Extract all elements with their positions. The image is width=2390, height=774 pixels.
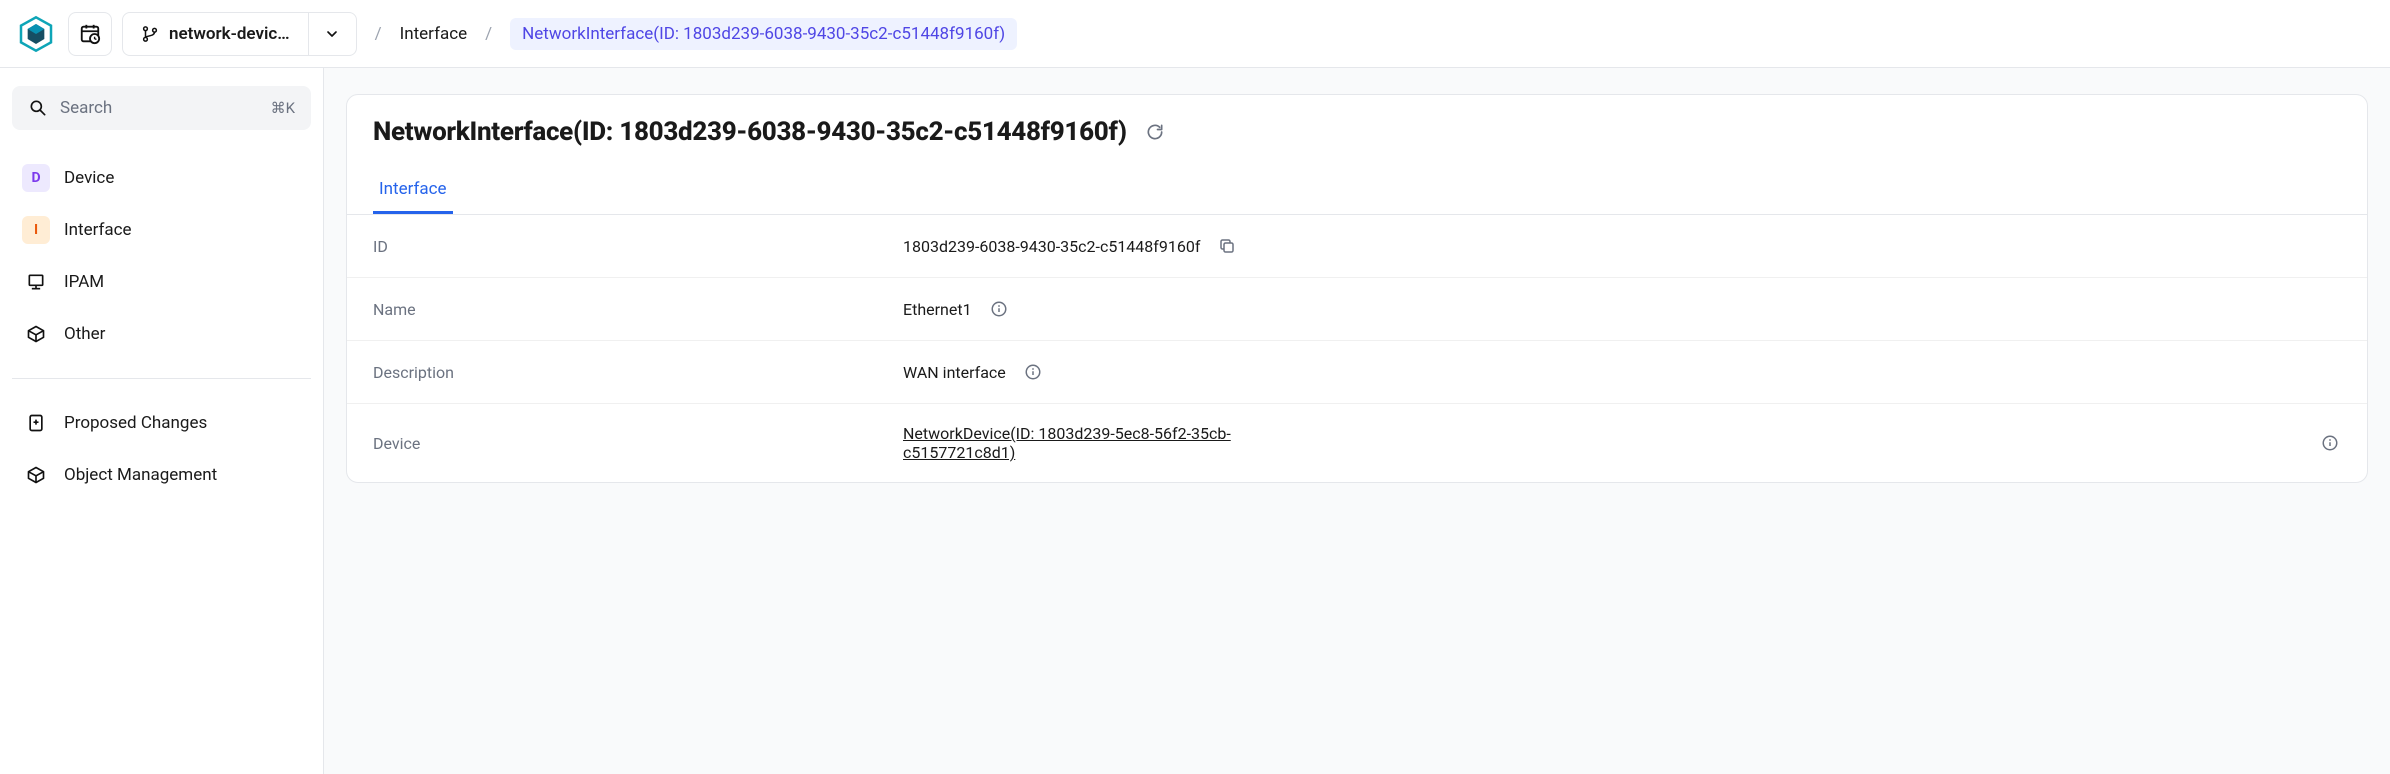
branch-name: network-devic… [169, 24, 290, 44]
breadcrumb-separator: / [375, 24, 382, 44]
detail-label: ID [373, 237, 903, 256]
copy-icon [1218, 237, 1236, 255]
details-table: ID 1803d239-6038-9430-35c2-c51448f9160f … [347, 215, 2367, 482]
sidebar-item-device[interactable]: D Device [12, 152, 311, 204]
sidebar-divider [12, 378, 311, 379]
tab-interface[interactable]: Interface [373, 167, 453, 214]
sidebar-item-proposed-changes[interactable]: Proposed Changes [12, 397, 311, 449]
info-icon [2321, 434, 2339, 452]
branch-dropdown-toggle[interactable] [308, 13, 356, 55]
info-button[interactable] [2319, 432, 2341, 454]
sidebar-item-label: Device [64, 168, 114, 188]
detail-row-description: Description WAN interface [347, 341, 2367, 404]
detail-row-device: Device NetworkDevice(ID: 1803d239-5ec8-5… [347, 404, 2367, 482]
detail-value: 1803d239-6038-9430-35c2-c51448f9160f [903, 237, 1200, 256]
sidebar: Search ⌘K D Device I Interface IPAM [0, 68, 324, 774]
search-shortcut: ⌘K [271, 99, 295, 117]
info-button[interactable] [988, 298, 1010, 320]
breadcrumb-item-interface[interactable]: Interface [400, 24, 468, 44]
refresh-icon [1145, 122, 1165, 142]
detail-row-id: ID 1803d239-6038-9430-35c2-c51448f9160f [347, 215, 2367, 278]
detail-row-name: Name Ethernet1 [347, 278, 2367, 341]
changes-icon [22, 409, 50, 437]
detail-value-link[interactable]: NetworkDevice(ID: 1803d239-5ec8-56f2-35c… [903, 424, 1273, 462]
sidebar-item-label: Interface [64, 220, 132, 240]
detail-label: Description [373, 363, 903, 382]
card-header: NetworkInterface(ID: 1803d239-6038-9430-… [347, 95, 2367, 157]
info-button[interactable] [1022, 361, 1044, 383]
branch-selector-main[interactable]: network-devic… [123, 13, 308, 55]
tabs: Interface [347, 157, 2367, 215]
page-title: NetworkInterface(ID: 1803d239-6038-9430-… [373, 117, 1127, 147]
ipam-icon [22, 268, 50, 296]
detail-label: Device [373, 434, 903, 453]
history-button[interactable] [68, 12, 112, 56]
calendar-clock-icon [79, 23, 101, 45]
sidebar-item-label: Object Management [64, 465, 217, 485]
detail-value: Ethernet1 [903, 300, 972, 319]
copy-button[interactable] [1216, 235, 1238, 257]
sidebar-item-interface[interactable]: I Interface [12, 204, 311, 256]
info-icon [990, 300, 1008, 318]
search-icon [28, 98, 48, 118]
detail-value: WAN interface [903, 363, 1006, 382]
chevron-down-icon [324, 26, 340, 42]
git-branch-icon [141, 25, 159, 43]
sidebar-item-ipam[interactable]: IPAM [12, 256, 311, 308]
breadcrumb-separator: / [485, 24, 492, 44]
breadcrumb-item-current[interactable]: NetworkInterface(ID: 1803d239-6038-9430-… [510, 18, 1017, 50]
sidebar-item-label: Proposed Changes [64, 413, 207, 433]
app-logo[interactable] [14, 12, 58, 56]
cube-icon [22, 461, 50, 489]
sidebar-item-other[interactable]: Other [12, 308, 311, 360]
refresh-button[interactable] [1141, 118, 1169, 146]
search-input[interactable]: Search ⌘K [12, 86, 311, 130]
cube-icon [22, 320, 50, 348]
interface-letter-icon: I [22, 216, 50, 244]
breadcrumb: / Interface / NetworkInterface(ID: 1803d… [375, 18, 1018, 50]
device-letter-icon: D [22, 164, 50, 192]
sidebar-item-label: Other [64, 324, 105, 344]
main-content: NetworkInterface(ID: 1803d239-6038-9430-… [324, 68, 2390, 774]
sidebar-item-object-management[interactable]: Object Management [12, 449, 311, 501]
detail-label: Name [373, 300, 903, 319]
info-icon [1024, 363, 1042, 381]
sidebar-item-label: IPAM [64, 272, 104, 292]
branch-selector: network-devic… [122, 12, 357, 56]
detail-card: NetworkInterface(ID: 1803d239-6038-9430-… [346, 94, 2368, 483]
search-placeholder: Search [60, 98, 259, 118]
top-bar: network-devic… / Interface / NetworkInte… [0, 0, 2390, 68]
